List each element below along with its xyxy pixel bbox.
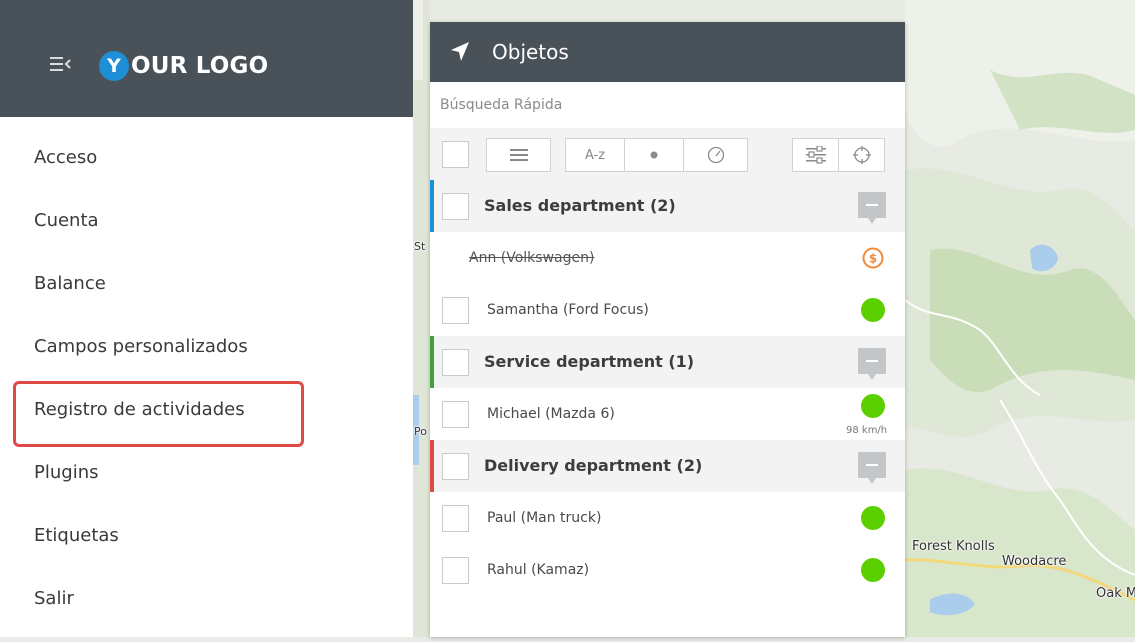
logo[interactable]: Y OUR LOGO [99, 51, 268, 81]
locate-button[interactable] [838, 138, 885, 172]
sliders-icon [805, 146, 826, 164]
collapse-group-icon[interactable] [858, 348, 886, 380]
menu-item-campos-personalizados[interactable]: Campos personalizados [0, 315, 413, 378]
menu-item-salir[interactable]: Salir [0, 567, 413, 630]
object-row[interactable]: Ann (Volkswagen) $ [430, 232, 905, 284]
group-color-bar [430, 336, 434, 388]
sidebar: Y OUR LOGO Acceso Cuenta Balance Campos … [0, 0, 413, 637]
object-name: Ann (Volkswagen) [469, 250, 595, 266]
group-row-service[interactable]: Service department (1) [430, 336, 905, 388]
sort-status-button[interactable] [624, 138, 684, 172]
select-all-checkbox[interactable] [442, 141, 469, 168]
collapse-group-icon[interactable] [858, 192, 886, 224]
object-speed: 98 km/h [846, 425, 888, 436]
sidebar-menu: Acceso Cuenta Balance Campos personaliza… [0, 126, 413, 630]
object-checkbox[interactable] [442, 557, 469, 584]
coin-icon: $ [862, 247, 884, 269]
group-checkbox[interactable] [442, 453, 469, 480]
status-online-dot [861, 506, 885, 530]
svg-text:$: $ [869, 252, 877, 266]
map-label-forest-knolls: Forest Knolls [912, 539, 995, 554]
object-name: Rahul (Kamaz) [487, 562, 590, 578]
group-checkbox[interactable] [442, 193, 469, 220]
menu-item-registro-de-actividades[interactable]: Registro de actividades [0, 378, 413, 447]
quick-search-input[interactable] [438, 82, 902, 128]
object-name: Paul (Man truck) [487, 510, 602, 526]
object-name: Samantha (Ford Focus) [487, 302, 649, 318]
map-label-woodacre: Woodacre [1002, 554, 1067, 569]
object-checkbox[interactable] [442, 297, 469, 324]
group-row-sales[interactable]: Sales department (2) [430, 180, 905, 232]
object-row[interactable]: Michael (Mazda 6) 98 km/h [430, 388, 905, 440]
map-label-oak: Oak M [1096, 586, 1135, 601]
logo-mark: Y [99, 51, 129, 81]
group-name: Service department (1) [484, 352, 695, 371]
group-view-button[interactable] [486, 138, 551, 172]
objects-toolbar: A-z [430, 128, 905, 180]
menu-item-cuenta[interactable]: Cuenta [0, 189, 413, 252]
panel-header: Objetos [430, 22, 905, 82]
status-online-dot [861, 394, 885, 418]
status-online-dot [861, 298, 885, 322]
status-online-dot [861, 558, 885, 582]
group-checkbox[interactable] [442, 349, 469, 376]
object-row[interactable]: Paul (Man truck) [430, 492, 905, 544]
menu-collapse-icon[interactable] [50, 56, 72, 72]
navigation-arrow-icon [451, 42, 469, 61]
group-name: Sales department (2) [484, 196, 676, 215]
sort-az-button[interactable]: A-z [565, 138, 625, 172]
collapse-group-icon[interactable] [858, 452, 886, 484]
object-name: Michael (Mazda 6) [487, 406, 615, 422]
list-icon [509, 149, 528, 161]
group-color-bar [430, 440, 434, 492]
sidebar-header: Y OUR LOGO [0, 0, 413, 117]
group-name: Delivery department (2) [484, 456, 703, 475]
object-row[interactable]: Rahul (Kamaz) [430, 544, 905, 596]
crosshair-icon [852, 146, 871, 164]
panel-title: Objetos [492, 40, 569, 64]
logo-text: OUR LOGO [131, 53, 269, 79]
menu-item-acceso[interactable]: Acceso [0, 126, 413, 189]
sort-az-label: A-z [584, 147, 606, 163]
object-checkbox[interactable] [442, 505, 469, 532]
group-color-bar [430, 180, 434, 232]
menu-item-balance[interactable]: Balance [0, 252, 413, 315]
group-row-delivery[interactable]: Delivery department (2) [430, 440, 905, 492]
filter-settings-button[interactable] [792, 138, 839, 172]
object-checkbox[interactable] [442, 401, 469, 428]
sort-speed-button[interactable] [683, 138, 748, 172]
dot-icon [650, 151, 658, 159]
objects-panel: Objetos A-z [430, 22, 905, 637]
menu-item-plugins[interactable]: Plugins [0, 441, 413, 504]
map-label-st: St [414, 240, 426, 253]
map-label-po: Po [414, 425, 427, 438]
menu-item-etiquetas[interactable]: Etiquetas [0, 504, 413, 567]
speedometer-icon [707, 146, 724, 164]
object-row[interactable]: Samantha (Ford Focus) [430, 284, 905, 336]
